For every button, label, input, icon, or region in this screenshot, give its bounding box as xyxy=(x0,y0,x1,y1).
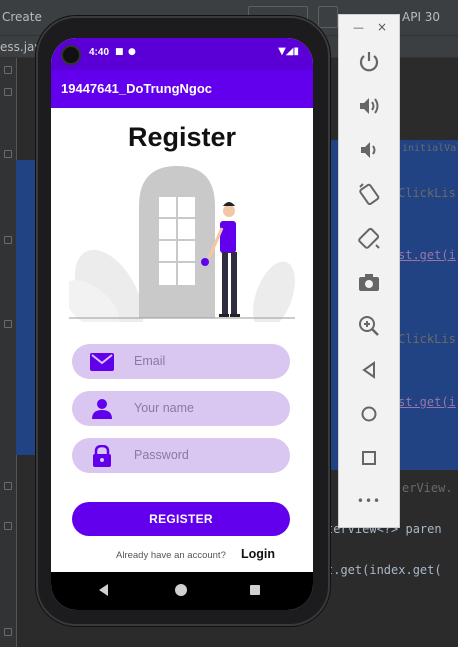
fold-marker[interactable] xyxy=(4,482,12,490)
rotate-left-icon[interactable] xyxy=(356,181,382,207)
api-level-label[interactable]: API 30 xyxy=(402,10,440,24)
phone-screen: 4:40 ■ ● ▼◢▮ 19447641_DoTrungNgoc Regist… xyxy=(51,38,313,610)
password-field[interactable]: Password xyxy=(72,438,290,473)
fold-marker[interactable] xyxy=(4,522,12,530)
signal-battery-icon: ▼◢▮ xyxy=(278,46,299,57)
status-time: 4:40 xyxy=(89,47,110,58)
fold-marker[interactable] xyxy=(4,88,12,96)
lock-icon xyxy=(93,445,111,467)
code-line: erView. xyxy=(402,481,453,495)
code-line: t.get(index.get( xyxy=(326,563,442,577)
nav-home-icon[interactable] xyxy=(175,584,187,596)
email-field[interactable]: Email xyxy=(72,344,290,379)
password-placeholder: Password xyxy=(134,448,189,462)
front-camera xyxy=(61,45,81,65)
app-bar: 19447641_DoTrungNgoc xyxy=(51,70,313,108)
zoom-icon[interactable] xyxy=(356,313,382,339)
home-icon[interactable] xyxy=(356,401,382,427)
name-field[interactable]: Your name xyxy=(72,391,290,426)
app-title: 19447641_DoTrungNgoc xyxy=(61,81,213,96)
code-line: ClickLis xyxy=(398,332,456,346)
status-bar: 4:40 ■ ● ▼◢▮ xyxy=(51,38,313,70)
power-icon[interactable] xyxy=(356,49,382,75)
name-placeholder: Your name xyxy=(134,401,194,415)
code-token: st.get(i xyxy=(398,395,456,409)
camera-icon[interactable] xyxy=(356,269,382,295)
fold-marker[interactable] xyxy=(4,236,12,244)
overview-icon[interactable] xyxy=(356,445,382,471)
fold-marker[interactable] xyxy=(4,150,12,158)
notification-icon: ● xyxy=(128,47,136,57)
close-button[interactable]: × xyxy=(377,20,387,34)
fold-marker[interactable] xyxy=(4,66,12,74)
code-line: st.get(i xyxy=(398,248,456,262)
person-icon xyxy=(92,399,112,419)
volume-up-icon[interactable] xyxy=(356,93,382,119)
navigation-bar xyxy=(51,572,313,610)
emulator-toolbar: — × ••• xyxy=(338,14,400,528)
notification-icon: ■ xyxy=(115,47,124,57)
editor-gutter xyxy=(0,58,16,647)
fold-marker[interactable] xyxy=(4,320,12,328)
door-illustration xyxy=(69,166,295,322)
email-icon xyxy=(90,353,114,371)
minimize-button[interactable]: — xyxy=(353,21,364,34)
code-line: ClickLis xyxy=(398,186,456,200)
register-button[interactable]: REGISTER xyxy=(72,502,290,536)
code-selection-left xyxy=(16,160,38,455)
page-title: Register xyxy=(127,122,237,152)
device-dropdown-arrow[interactable] xyxy=(318,6,338,28)
code-line: st.get(i xyxy=(398,395,456,409)
already-account-text: Already have an account? xyxy=(116,550,226,561)
fold-marker[interactable] xyxy=(4,628,12,636)
nav-overview-icon[interactable] xyxy=(250,585,260,595)
create-label[interactable]: Create xyxy=(2,10,42,24)
code-token: st.get(i xyxy=(398,248,456,262)
back-icon[interactable] xyxy=(356,357,382,383)
code-line: initialValu xyxy=(402,143,458,154)
rotate-right-icon[interactable] xyxy=(356,225,382,251)
email-placeholder: Email xyxy=(134,354,166,368)
nav-back-icon[interactable] xyxy=(99,584,108,596)
login-link[interactable]: Login xyxy=(241,547,275,561)
volume-down-icon[interactable] xyxy=(356,137,382,163)
more-icon[interactable]: ••• xyxy=(356,491,382,517)
